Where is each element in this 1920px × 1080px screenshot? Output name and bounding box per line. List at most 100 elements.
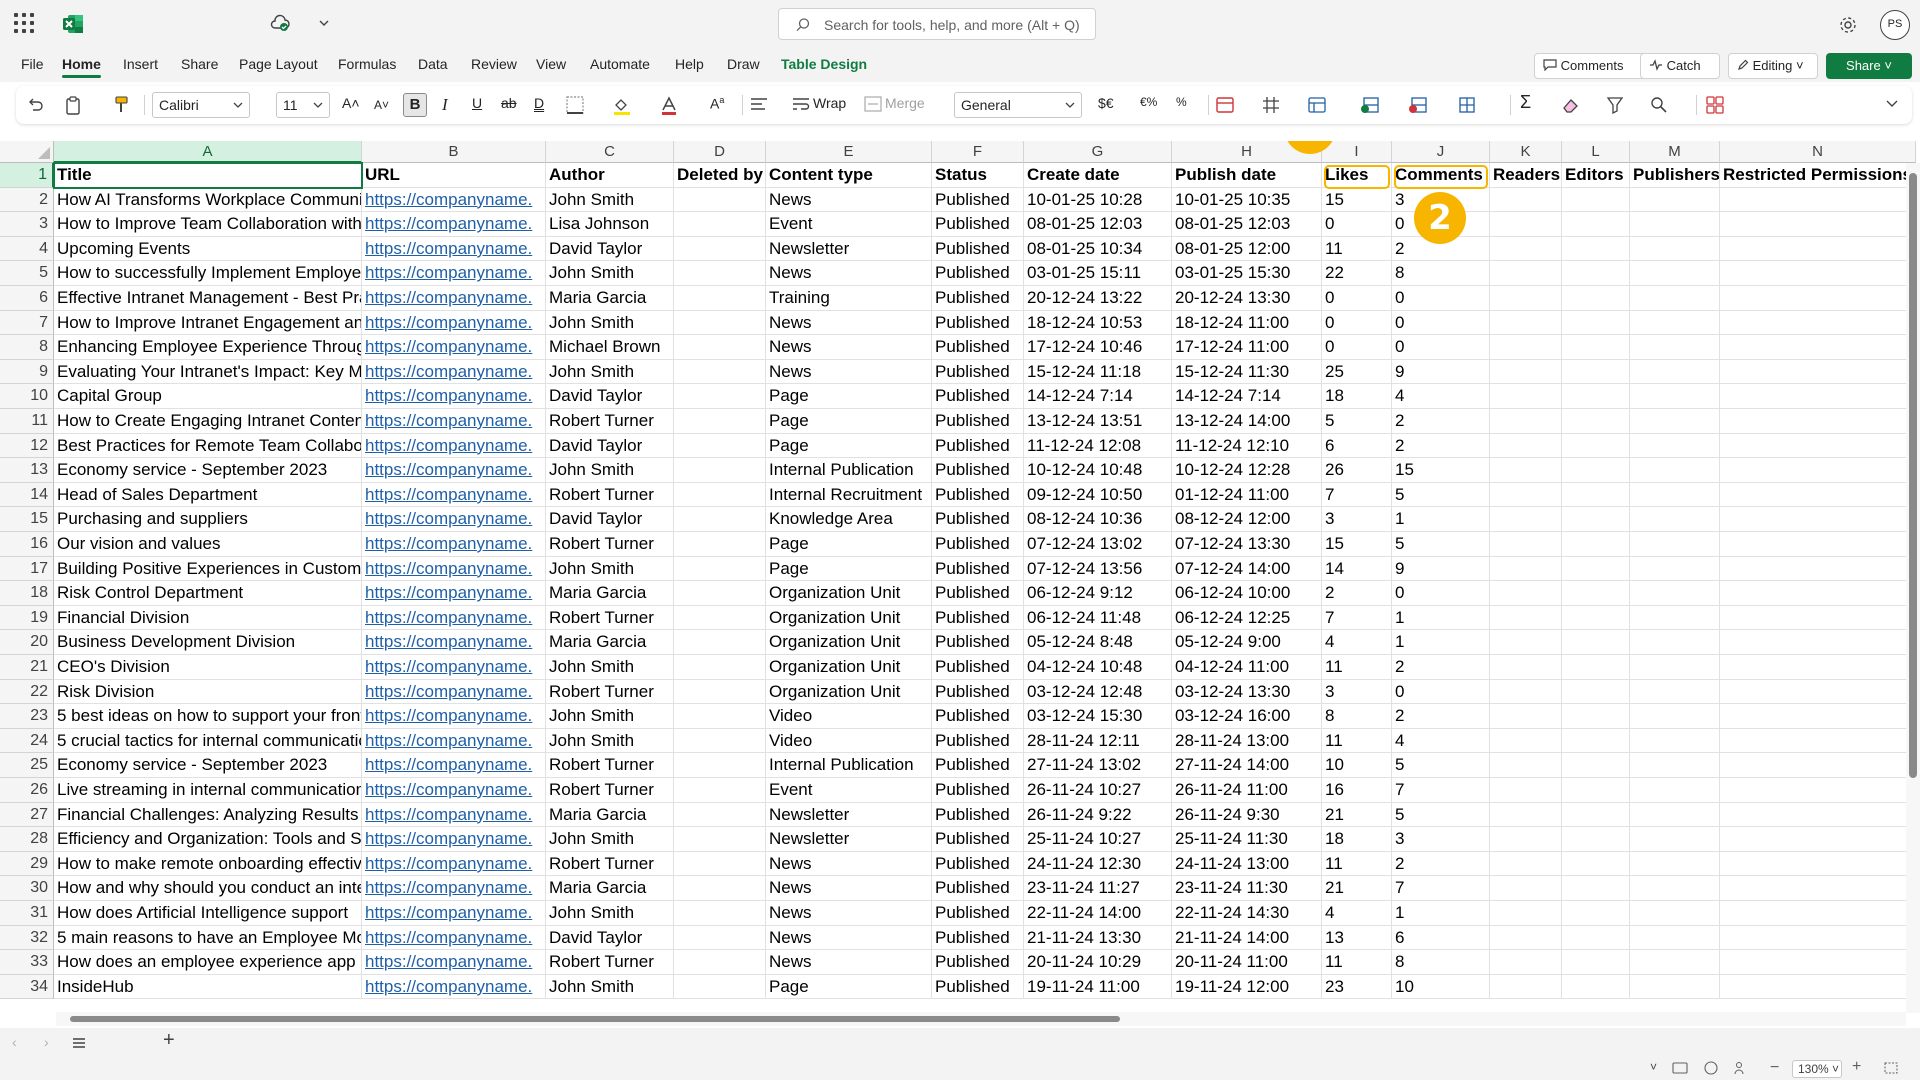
table-cell[interactable]: 19-11-24 11:00 [1024, 974, 1172, 1000]
table-cell[interactable] [1630, 236, 1720, 262]
row-header[interactable]: 32 [0, 925, 54, 951]
table-cell[interactable] [1720, 409, 1916, 434]
table-cell[interactable] [1720, 359, 1916, 385]
table-cell[interactable]: How and why should you conduct an intern… [54, 876, 362, 901]
row-header[interactable]: 15 [0, 507, 54, 532]
table-cell[interactable] [1630, 581, 1720, 606]
table-cell[interactable]: Financial Division [54, 605, 362, 631]
table-cell[interactable]: 11-12-24 12:08 [1024, 433, 1172, 459]
table-cell[interactable]: News [766, 925, 932, 951]
table-cell[interactable]: Published [932, 876, 1024, 901]
row-header[interactable]: 4 [0, 236, 54, 262]
table-cell[interactable]: Published [932, 433, 1024, 459]
percent-format-icon[interactable]: €% [1140, 95, 1157, 117]
table-cell[interactable] [1490, 310, 1562, 336]
table-cell[interactable]: 7 [1322, 605, 1392, 631]
table-cell[interactable]: 11 [1322, 728, 1392, 754]
table-cell[interactable] [1720, 876, 1916, 901]
table-cell[interactable]: https://companyname. [362, 950, 546, 975]
table-cell[interactable]: Risk Control Department [54, 581, 362, 606]
header-cell[interactable]: Deleted by [674, 163, 766, 188]
table-cell[interactable]: 7 [1322, 482, 1392, 508]
table-cell[interactable]: 23-11-24 11:30 [1172, 876, 1322, 901]
header-cell[interactable]: Restricted Permissions [1720, 163, 1916, 188]
table-cell[interactable] [674, 187, 766, 213]
table-cell[interactable] [1630, 212, 1720, 237]
tab-home[interactable]: Home [62, 56, 101, 78]
table-cell[interactable] [1630, 409, 1720, 434]
table-cell[interactable] [1630, 655, 1720, 680]
table-cell[interactable]: 3 [1392, 827, 1490, 852]
table-cell[interactable]: 28-11-24 12:11 [1024, 728, 1172, 754]
row-header[interactable]: 16 [0, 532, 54, 557]
table-cell[interactable]: Published [932, 605, 1024, 631]
row-header[interactable]: 29 [0, 851, 54, 877]
table-cell[interactable]: 5 [1392, 532, 1490, 557]
column-header-m[interactable]: M [1630, 141, 1720, 163]
table-cell[interactable]: 18-12-24 11:00 [1172, 310, 1322, 336]
table-cell[interactable]: Published [932, 286, 1024, 311]
table-cell[interactable]: 18 [1322, 827, 1392, 852]
table-cell[interactable]: https://companyname. [362, 433, 546, 459]
fill-color-icon[interactable] [612, 96, 632, 116]
table-cell[interactable]: John Smith [546, 827, 674, 852]
table-cell[interactable] [1490, 236, 1562, 262]
table-cell[interactable]: 2 [1392, 704, 1490, 729]
table-cell[interactable]: 14-12-24 7:14 [1024, 384, 1172, 409]
table-cell[interactable]: 1 [1392, 630, 1490, 655]
table-cell[interactable]: News [766, 187, 932, 213]
table-cell[interactable]: 0 [1322, 310, 1392, 336]
table-cell[interactable]: 5 best ideas on how to support your fron… [54, 704, 362, 729]
table-cell[interactable] [1630, 753, 1720, 778]
table-cell[interactable]: Upcoming Events [54, 236, 362, 262]
table-cell[interactable]: How to Improve Team Collaboration with [54, 212, 362, 237]
header-cell[interactable]: URL [362, 163, 546, 188]
table-cell[interactable]: 5 [1392, 482, 1490, 508]
table-cell[interactable] [1720, 458, 1916, 483]
select-all-corner[interactable] [0, 141, 54, 163]
table-cell[interactable] [674, 384, 766, 409]
table-cell[interactable]: How to make remote onboarding effective [54, 851, 362, 877]
chevron-down-icon[interactable] [318, 18, 330, 28]
table-cell[interactable] [1562, 925, 1630, 951]
table-cell[interactable]: https://companyname. [362, 704, 546, 729]
table-cell[interactable]: John Smith [546, 261, 674, 286]
table-cell[interactable]: 2 [1392, 409, 1490, 434]
row-header[interactable]: 9 [0, 359, 54, 385]
tab-insert[interactable]: Insert [123, 56, 158, 72]
table-cell[interactable] [1562, 827, 1630, 852]
table-cell[interactable]: 18 [1322, 384, 1392, 409]
table-cell[interactable]: 14 [1322, 556, 1392, 582]
table-cell[interactable]: https://companyname. [362, 482, 546, 508]
table-cell[interactable] [1490, 876, 1562, 901]
table-cell[interactable]: Published [932, 704, 1024, 729]
table-cell[interactable]: https://companyname. [362, 261, 546, 286]
table-cell[interactable] [674, 778, 766, 803]
table-cell[interactable] [1562, 556, 1630, 582]
table-cell[interactable]: 03-01-25 15:11 [1024, 261, 1172, 286]
share-button[interactable]: Share ˅ [1826, 53, 1912, 79]
spreadsheet-grid[interactable]: A B C D E F G H I J K L M N 1 Title URL Author Deleted by C… [0, 141, 1920, 1011]
table-cell[interactable]: 21 [1322, 876, 1392, 901]
table-cell[interactable]: 26 [1322, 458, 1392, 483]
table-cell[interactable] [1490, 286, 1562, 311]
table-cell[interactable]: Organization Unit [766, 630, 932, 655]
font-name-dropdown[interactable]: Calibri [152, 92, 250, 118]
table-cell[interactable]: Robert Turner [546, 532, 674, 557]
table-cell[interactable]: Michael Brown [546, 335, 674, 360]
row-header[interactable]: 24 [0, 728, 54, 754]
table-cell[interactable] [1562, 458, 1630, 483]
table-cell[interactable]: 4 [1392, 728, 1490, 754]
row-header[interactable]: 6 [0, 286, 54, 311]
row-header[interactable]: 23 [0, 704, 54, 729]
table-cell[interactable]: Published [932, 458, 1024, 483]
table-cell[interactable] [674, 901, 766, 926]
table-cell[interactable]: 05-12-24 9:00 [1172, 630, 1322, 655]
table-cell[interactable]: 11 [1322, 655, 1392, 680]
search-box[interactable]: Search for tools, help, and more (Alt + … [778, 8, 1096, 40]
table-cell[interactable] [1490, 753, 1562, 778]
row-header[interactable]: 12 [0, 433, 54, 459]
table-cell[interactable] [1720, 261, 1916, 286]
row-header[interactable]: 20 [0, 630, 54, 655]
table-cell[interactable]: 10 [1392, 974, 1490, 1000]
